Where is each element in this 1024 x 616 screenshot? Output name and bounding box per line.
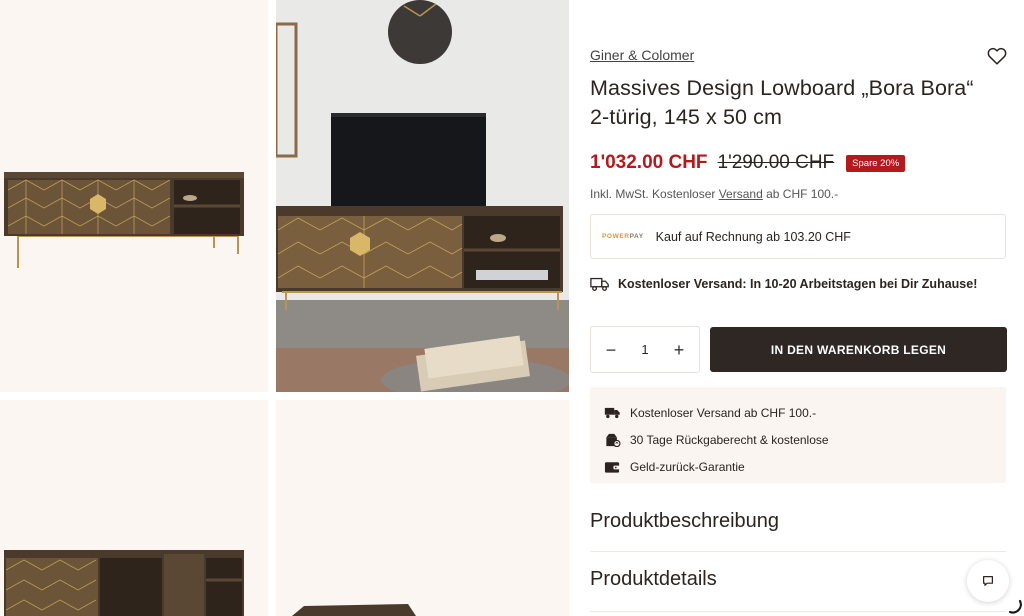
current-price: 1'032.00 CHF bbox=[590, 152, 708, 173]
price-row: 1'032.00 CHF 1'290.00 CHF Spare 20% bbox=[590, 152, 906, 174]
wishlist-heart-icon[interactable] bbox=[986, 45, 1008, 67]
gallery-image-front[interactable] bbox=[0, 0, 268, 392]
delivery-time-text: Kostenloser Versand: In 10-20 Arbeitstag… bbox=[618, 277, 978, 291]
quantity-decrease-button[interactable]: − bbox=[603, 341, 619, 359]
tax-note-prefix: Inkl. MwSt. Kostenloser bbox=[590, 187, 719, 201]
truck-icon bbox=[590, 277, 609, 291]
brand-link[interactable]: Giner & Colomer bbox=[590, 47, 694, 63]
discount-badge: Spare 20% bbox=[846, 154, 906, 172]
gallery-image-detail[interactable] bbox=[276, 400, 569, 616]
chat-button[interactable] bbox=[967, 560, 1009, 602]
usp-item: Geld-zurück-Garantie bbox=[604, 453, 1006, 480]
chat-bubble-icon bbox=[983, 576, 993, 586]
product-title-line-2: 2-türig, 145 x 50 cm bbox=[590, 105, 783, 129]
product-title-line-1: Massives Design Lowboard „Bora Bora“ bbox=[590, 76, 974, 100]
product-title: Massives Design Lowboard „Bora Bora“ 2-t… bbox=[590, 74, 1008, 132]
quantity-stepper: − 1 + bbox=[590, 326, 700, 373]
product-image-gallery bbox=[0, 0, 570, 616]
powerpay-logo-b: PAY bbox=[629, 233, 644, 240]
loading-spinner-icon bbox=[1008, 599, 1022, 614]
truck-icon bbox=[604, 407, 620, 418]
quantity-value[interactable]: 1 bbox=[641, 342, 648, 357]
return-box-icon bbox=[606, 433, 621, 447]
powerpay-logo-a: POWER bbox=[602, 233, 630, 240]
usp-text: 30 Tage Rückgaberecht & kostenlose bbox=[630, 432, 829, 447]
accordion-title[interactable]: Produktdetails bbox=[590, 560, 1006, 591]
usp-box: Kostenloser Versand ab CHF 100.- 30 Tage… bbox=[590, 387, 1006, 483]
delivery-time-notice: Kostenloser Versand: In 10-20 Arbeitstag… bbox=[590, 276, 977, 292]
gallery-image-open-doors[interactable] bbox=[0, 400, 268, 616]
wallet-icon bbox=[604, 461, 621, 473]
add-to-cart-button[interactable]: IN DEN WARENKORB LEGEN bbox=[710, 327, 1007, 372]
usp-item: Kostenloser Versand ab CHF 100.- bbox=[604, 399, 1006, 426]
shipping-link[interactable]: Versand bbox=[719, 187, 763, 201]
tax-note-suffix: ab CHF 100.- bbox=[762, 187, 839, 201]
gallery-image-lifestyle[interactable] bbox=[276, 0, 569, 392]
usp-item: 30 Tage Rückgaberecht & kostenlose bbox=[604, 426, 1006, 453]
tax-shipping-note: Inkl. MwSt. Kostenloser Versand ab CHF 1… bbox=[590, 187, 838, 201]
accordion-product-description[interactable]: Produktbeschreibung bbox=[590, 502, 1006, 552]
powerpay-logo: POWERPAY bbox=[602, 233, 644, 240]
product-info-panel: Giner & Colomer Massives Design Lowboard… bbox=[590, 0, 1008, 616]
powerpay-text: Kauf auf Rechnung ab 103.20 CHF bbox=[655, 229, 851, 244]
original-price: 1'290.00 CHF bbox=[717, 152, 835, 173]
usp-text: Geld-zurück-Garantie bbox=[630, 459, 745, 474]
accordion-product-details[interactable]: Produktdetails bbox=[590, 560, 1006, 612]
usp-text: Kostenloser Versand ab CHF 100.- bbox=[630, 405, 817, 420]
accordion-title[interactable]: Produktbeschreibung bbox=[590, 502, 1006, 533]
quantity-increase-button[interactable]: + bbox=[671, 341, 687, 359]
powerpay-invoice-box[interactable]: POWERPAY Kauf auf Rechnung ab 103.20 CHF bbox=[590, 214, 1006, 259]
